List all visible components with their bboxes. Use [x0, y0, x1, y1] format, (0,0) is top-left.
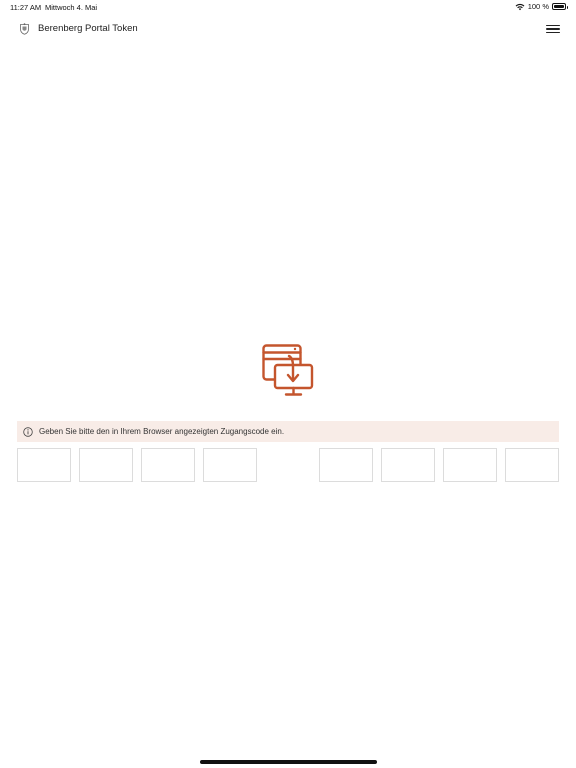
app-screen: 11:27 AM Mittwoch 4. Mai 100 % Berenberg… — [0, 0, 576, 768]
app-bar: Berenberg Portal Token — [0, 16, 576, 42]
battery-fill — [554, 5, 564, 8]
code-input-3[interactable] — [141, 448, 195, 482]
battery-percentage: 100 % — [527, 2, 549, 11]
code-input-8[interactable] — [505, 448, 559, 482]
code-input-4[interactable] — [203, 448, 257, 482]
info-banner: Geben Sie bitte den in Ihrem Browser ang… — [17, 421, 559, 442]
berenberg-crest-icon — [20, 23, 29, 35]
status-indicators: 100 % — [515, 2, 568, 11]
menu-line — [546, 32, 560, 34]
app-title: Berenberg Portal Token — [38, 23, 138, 34]
code-input-1[interactable] — [17, 448, 71, 482]
code-input-6[interactable] — [381, 448, 435, 482]
status-date: Mittwoch 4. Mai — [45, 3, 98, 12]
code-input-5[interactable] — [319, 448, 373, 482]
info-banner-text: Geben Sie bitte den in Ihrem Browser ang… — [39, 427, 285, 436]
status-bar: 11:27 AM Mittwoch 4. Mai 100 % — [0, 0, 576, 14]
hamburger-menu-icon[interactable] — [546, 22, 560, 36]
code-input-7[interactable] — [443, 448, 497, 482]
menu-line — [546, 28, 560, 30]
menu-line — [546, 24, 560, 26]
status-time: 11:27 AM — [10, 3, 42, 12]
code-input-2[interactable] — [79, 448, 133, 482]
browser-download-monitor-icon — [262, 344, 314, 396]
info-icon — [23, 426, 33, 437]
home-indicator[interactable] — [200, 760, 377, 764]
wifi-icon — [515, 3, 525, 10]
battery-icon — [552, 3, 568, 10]
